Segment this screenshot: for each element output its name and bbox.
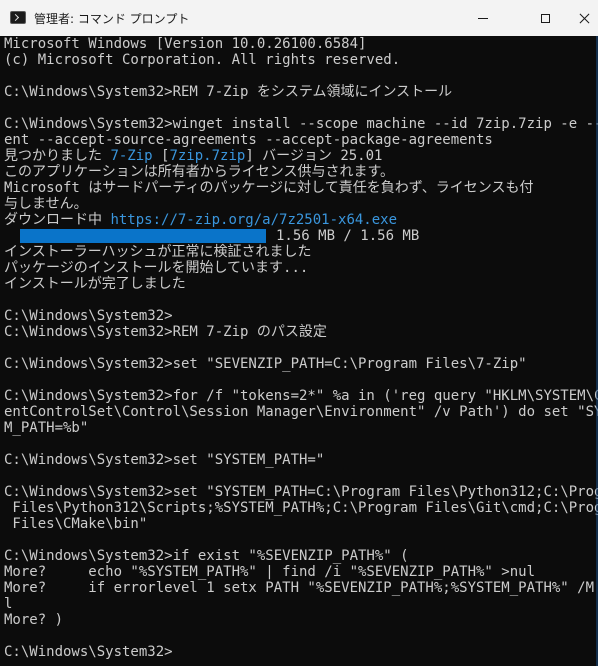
console-text: 見つかりました xyxy=(4,148,111,164)
maximize-button[interactable] xyxy=(522,0,568,36)
console-line: More? if errorlevel 1 setx PATH "%SEVENZ… xyxy=(4,580,598,596)
console-line: Files\Python312\Scripts;%SYSTEM_PATH%;C:… xyxy=(4,500,598,516)
console-line: C:\Windows\System32>REM 7-Zip をシステム領域にイン… xyxy=(4,84,453,100)
console-line: C:\Windows\System32>if exist "%SEVENZIP_… xyxy=(4,548,409,564)
console-text: ] バージョン 25.01 xyxy=(245,148,383,164)
console-line: 見つかりました 7-Zip [7zip.7zip] バージョン 25.01 xyxy=(4,148,382,164)
console-line: C:\Windows\System32> xyxy=(4,308,173,324)
console-line: 与しません。 xyxy=(4,196,88,212)
console-line: このアプリケーションは所有者からライセンス供与されます。 xyxy=(4,164,395,180)
console-text: [ xyxy=(152,148,170,164)
console-line: インストーラーハッシュが正常に検証されました xyxy=(4,244,312,260)
minimize-button[interactable] xyxy=(460,0,506,36)
console-line: C:\Windows\System32>set "SYSTEM_PATH=" xyxy=(4,452,325,468)
console-output[interactable]: Microsoft Windows [Version 10.0.26100.65… xyxy=(0,36,598,666)
console-line: (c) Microsoft Corporation. All rights re… xyxy=(4,52,401,68)
download-url: https://7-zip.org/a/7z2501-x64.exe xyxy=(110,212,398,228)
download-progress-bar xyxy=(20,229,266,243)
console-line: Files\CMake\bin" xyxy=(4,516,148,532)
console-prompt: C:\Windows\System32> xyxy=(4,644,173,660)
package-name: 7-Zip xyxy=(110,148,153,164)
close-icon xyxy=(579,13,590,24)
console-line: Microsoft Windows [Version 10.0.26100.65… xyxy=(4,36,367,52)
console-line: ent --accept-source-agreements --accept-… xyxy=(4,132,493,148)
console-line: More? ) xyxy=(4,612,64,628)
console-line: ダウンロード中 https://7-zip.org/a/7z2501-x64.e… xyxy=(4,212,397,228)
console-line: パッケージのインストールを開始しています... xyxy=(4,260,309,276)
console-text: ダウンロード中 xyxy=(4,212,111,228)
minimize-icon xyxy=(478,17,488,19)
command-prompt-window: 管理者: コマンド プロンプト Microsoft Windows [Versi… xyxy=(0,0,598,666)
console-line: C:\Windows\System32>set "SEVENZIP_PATH=C… xyxy=(4,356,527,372)
console-line: C:\Windows\System32>set "SYSTEM_PATH=C:\… xyxy=(4,484,598,500)
close-button[interactable] xyxy=(571,0,598,36)
maximize-icon xyxy=(540,13,550,23)
console-line: C:\Windows\System32>for /f "tokens=2*" %… xyxy=(4,388,598,404)
cmd-icon[interactable] xyxy=(10,11,26,24)
window-title: 管理者: コマンド プロンプト xyxy=(34,12,190,26)
console-line: インストールが完了しました xyxy=(4,276,186,292)
console-line: C:\Windows\System32>winget install --sco… xyxy=(4,116,598,132)
title-bar[interactable]: 管理者: コマンド プロンプト xyxy=(0,0,598,36)
console-line: Microsoft はサードパーティのパッケージに対して責任を負わず、ライセンス… xyxy=(4,180,534,196)
package-id: 7zip.7zip xyxy=(169,148,246,164)
console-line: C:\Windows\System32>REM 7-Zip のパス設定 xyxy=(4,324,327,340)
console-line: l xyxy=(4,596,13,612)
download-progress-text: 1.56 MB / 1.56 MB xyxy=(276,228,420,244)
console-line: M_PATH=%b" xyxy=(4,420,89,436)
console-line: More? echo "%SYSTEM_PATH%" | find /i "%S… xyxy=(4,564,536,580)
console-line: entControlSet\Control\Session Manager\En… xyxy=(4,404,598,420)
